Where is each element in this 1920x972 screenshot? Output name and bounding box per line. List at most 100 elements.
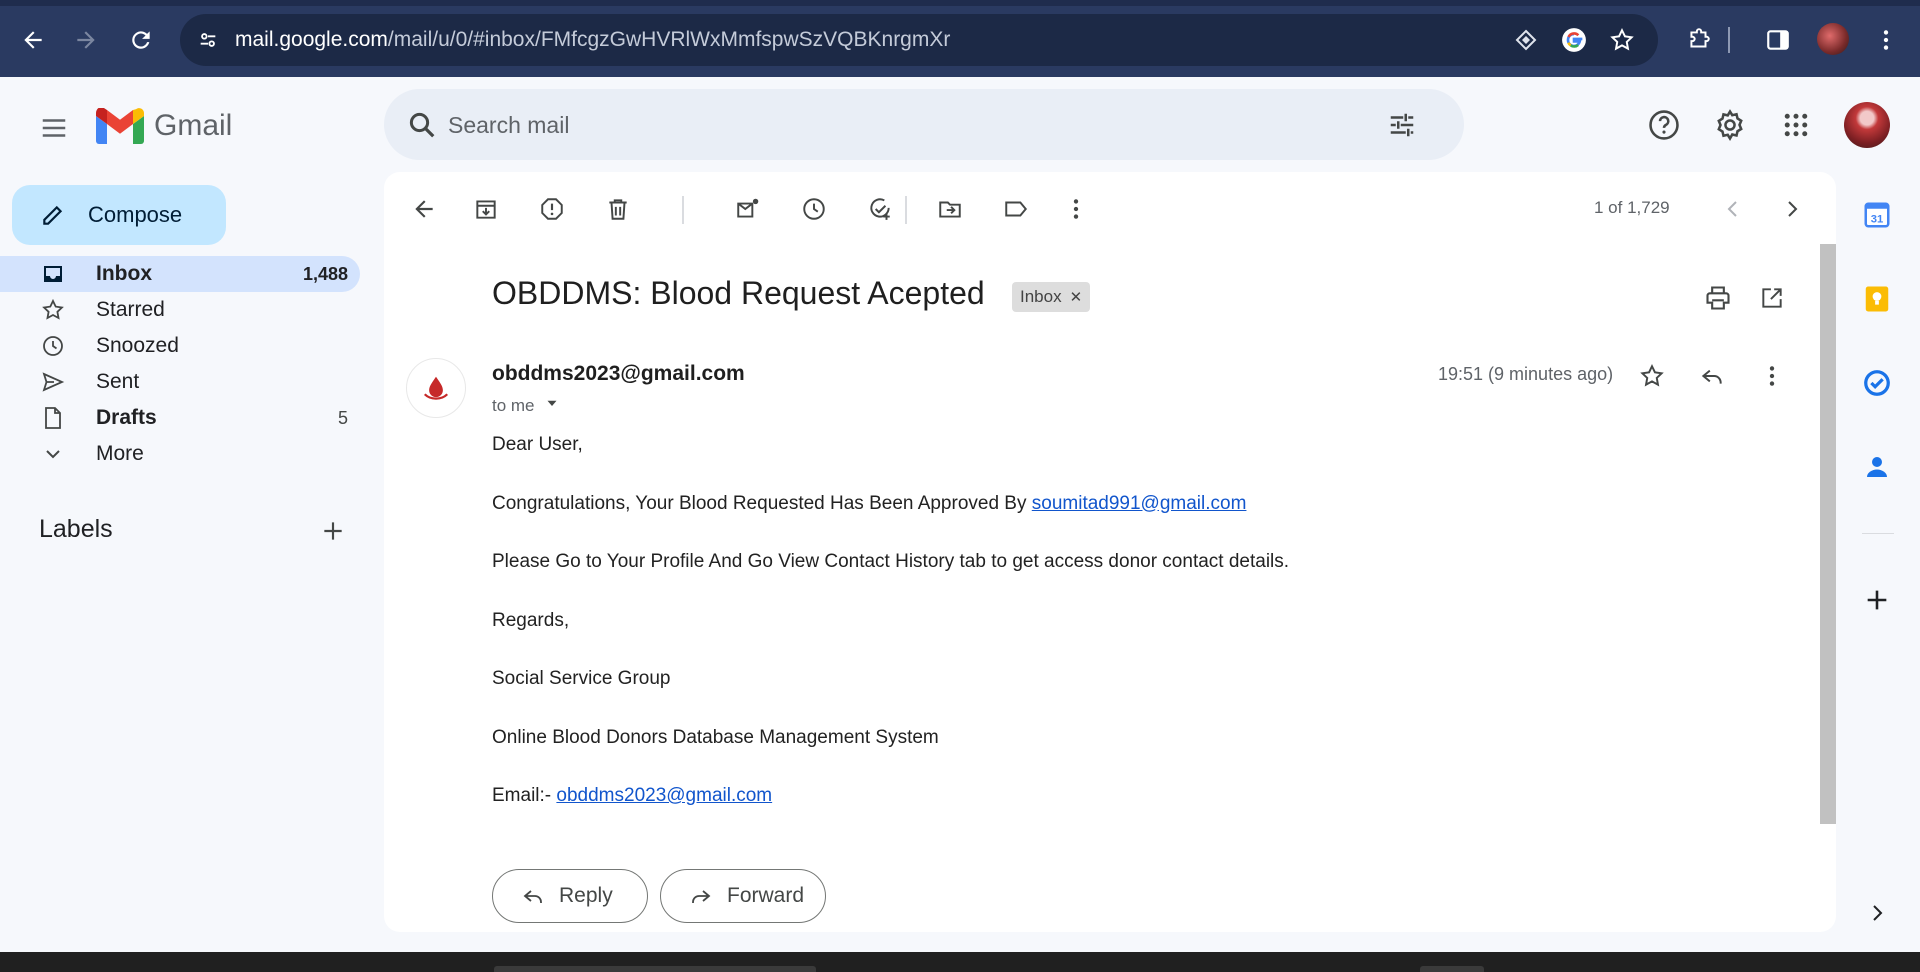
- reload-button[interactable]: [121, 20, 161, 60]
- taskbar-item[interactable]: [494, 966, 816, 972]
- scrollbar[interactable]: [1820, 244, 1836, 824]
- forward-button[interactable]: [66, 20, 106, 60]
- site-info-icon[interactable]: [194, 26, 222, 54]
- recipient-details[interactable]: to me: [492, 394, 561, 417]
- create-label-button[interactable]: [316, 514, 350, 548]
- nav-item-starred[interactable]: Starred: [0, 292, 360, 328]
- taskbar-item[interactable]: [1420, 966, 1484, 972]
- url-text: mail.google.com/mail/u/0/#inbox/FMfcgzGw…: [235, 28, 951, 51]
- star-message-button[interactable]: [1632, 356, 1672, 396]
- snooze-button[interactable]: [794, 189, 834, 229]
- report-spam-button[interactable]: [532, 189, 572, 229]
- contact-email-link[interactable]: obddms2023@gmail.com: [556, 785, 772, 806]
- calendar-icon[interactable]: 31: [1860, 198, 1894, 232]
- back-button[interactable]: [13, 20, 53, 60]
- star-icon: [40, 297, 66, 323]
- search-input[interactable]: [448, 107, 1348, 143]
- compose-button[interactable]: Compose: [12, 185, 226, 245]
- reply-button[interactable]: Reply: [492, 869, 648, 923]
- support-button[interactable]: [1644, 105, 1684, 145]
- approver-email-link[interactable]: soumitad991@gmail.com: [1032, 493, 1247, 514]
- profile-avatar[interactable]: [1817, 23, 1849, 55]
- body-contact: Email:- obddms2023@gmail.com: [492, 785, 773, 806]
- remove-label-icon[interactable]: ✕: [1070, 288, 1083, 306]
- tab-strip: [0, 0, 1920, 6]
- nav-item-snoozed[interactable]: Snoozed: [0, 328, 360, 364]
- search-options-icon[interactable]: [1384, 107, 1420, 143]
- label-icon: [1005, 201, 1028, 217]
- back-to-inbox-button[interactable]: [404, 189, 444, 229]
- account-avatar[interactable]: [1844, 102, 1890, 148]
- nav-item-drafts[interactable]: Drafts 5: [0, 400, 360, 436]
- chevron-left-icon: [1727, 201, 1737, 217]
- nav-item-inbox[interactable]: Inbox 1,488: [0, 256, 360, 292]
- chevron-down-icon: [40, 441, 66, 467]
- star-icon: [1640, 364, 1664, 387]
- get-addons-icon[interactable]: [1860, 583, 1894, 617]
- bookmark-star-icon[interactable]: [1608, 26, 1636, 54]
- google-apps-button[interactable]: [1776, 105, 1816, 145]
- search-icon[interactable]: [404, 107, 440, 143]
- message-more-button[interactable]: [1752, 356, 1792, 396]
- nav-label: Drafts: [96, 406, 157, 429]
- nav-label: Snoozed: [96, 334, 179, 357]
- hide-side-panel-icon[interactable]: [1860, 896, 1894, 930]
- inbox-label-chip[interactable]: Inbox ✕: [1012, 282, 1091, 312]
- contacts-icon[interactable]: [1860, 450, 1894, 484]
- older-button[interactable]: [1772, 189, 1812, 229]
- main-menu-button[interactable]: [30, 104, 78, 152]
- more-vert-icon: [1073, 199, 1079, 219]
- sender-email[interactable]: obddms2023@gmail.com: [492, 362, 745, 386]
- nav-item-sent[interactable]: Sent: [0, 364, 360, 400]
- extensions-button[interactable]: [1679, 20, 1719, 60]
- chevron-right-icon: [1788, 201, 1798, 217]
- gmail-logo[interactable]: Gmail: [96, 106, 232, 146]
- side-panel-button[interactable]: [1758, 20, 1798, 60]
- settings-button[interactable]: [1710, 105, 1750, 145]
- open-in-new-icon: [1762, 288, 1782, 308]
- chrome-menu-button[interactable]: [1866, 20, 1906, 60]
- message-pager: 1 of 1,729: [1594, 198, 1670, 217]
- add-to-tasks-button[interactable]: [860, 189, 900, 229]
- mark-unread-button[interactable]: [728, 189, 768, 229]
- labels-button[interactable]: [996, 189, 1036, 229]
- svg-text:31: 31: [1871, 214, 1884, 226]
- archive-button[interactable]: [466, 189, 506, 229]
- google-icon[interactable]: [1560, 26, 1588, 54]
- search-bar[interactable]: [384, 89, 1464, 160]
- lens-icon[interactable]: [1512, 26, 1540, 54]
- body-greeting: Dear User,: [492, 434, 583, 455]
- keep-icon[interactable]: [1860, 282, 1894, 316]
- address-bar[interactable]: mail.google.com/mail/u/0/#inbox/FMfcgzGw…: [180, 14, 1658, 66]
- email-timestamp: 19:51 (9 minutes ago): [1438, 364, 1614, 384]
- delete-button[interactable]: [598, 189, 638, 229]
- archive-icon: [476, 200, 496, 219]
- nav-label: Sent: [96, 370, 140, 393]
- message-view: 1 of 1,729 OBDDMS: Blood Request Acepted…: [384, 172, 1836, 932]
- tasks-icon[interactable]: [1860, 366, 1894, 400]
- reply-label: Reply: [559, 884, 613, 907]
- move-to-button[interactable]: [930, 189, 970, 229]
- newer-button[interactable]: [1713, 189, 1753, 229]
- mark-unread-icon: [737, 198, 759, 218]
- reload-icon: [132, 31, 150, 49]
- more-actions-button[interactable]: [1056, 189, 1096, 229]
- print-all-button[interactable]: [1698, 278, 1738, 318]
- body-line-approval: Congratulations, Your Blood Requested Ha…: [492, 492, 1247, 514]
- open-in-new-window-button[interactable]: [1752, 278, 1792, 318]
- sender-avatar[interactable]: [406, 358, 466, 418]
- forward-label: Forward: [727, 884, 805, 907]
- forward-button[interactable]: Forward: [660, 869, 826, 923]
- reply-icon: [523, 890, 542, 903]
- puzzle-icon: [1690, 28, 1710, 48]
- pencil-icon: [43, 205, 63, 225]
- reply-icon-button[interactable]: [1692, 356, 1732, 396]
- body-group: Social Service Group: [492, 668, 671, 689]
- os-taskbar: [0, 952, 1920, 972]
- caret-down-icon[interactable]: [543, 394, 561, 417]
- labels-heading: Labels: [39, 515, 113, 543]
- more-vert-icon: [1769, 366, 1775, 386]
- compose-label: Compose: [88, 202, 183, 227]
- side-panel-divider: [1862, 533, 1894, 534]
- nav-item-more[interactable]: More: [0, 436, 360, 472]
